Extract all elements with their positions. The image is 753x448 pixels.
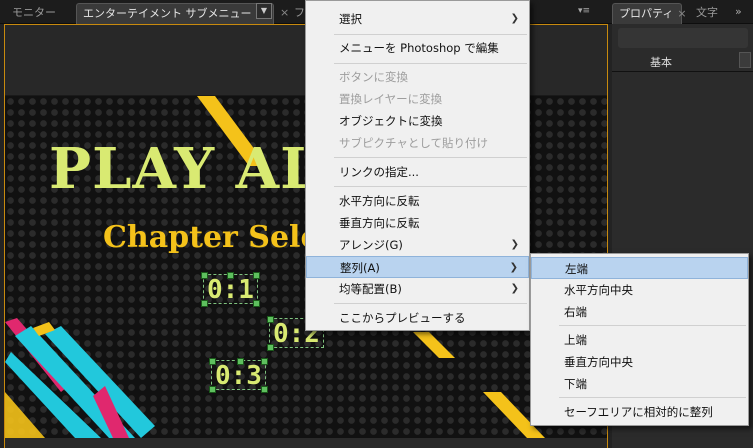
submenu-item-label: セーフエリアに相対的に整列 [564,405,713,419]
properties-toolbar [618,28,748,48]
submenu-item-bottom[interactable]: 下端 [531,373,748,395]
menu-item-label: オブジェクトに変換 [339,114,443,128]
menu-item-flip-vertical[interactable]: 垂直方向に反転 [306,212,529,234]
submenu-item-label: 左端 [565,262,588,276]
menu-item-label: 均等配置(B) [339,282,402,296]
menu-item-flip-horizontal[interactable]: 水平方向に反転 [306,190,529,212]
tab-partial-label: フ [294,6,305,19]
menu-item-specify-link[interactable]: リンクの指定... [306,161,529,183]
submenu-item-right[interactable]: 右端 [531,301,748,323]
menu-item-label: ボタンに変換 [339,70,408,84]
selection-handle[interactable] [201,272,208,279]
submenu-item-top[interactable]: 上端 [531,329,748,351]
tab-monitor[interactable]: モニター [6,3,62,24]
selection-handle[interactable] [209,386,216,393]
submenu-arrow-icon: ❯ [509,262,518,273]
submenu-item-vertical-center[interactable]: 垂直方向中央 [531,351,748,373]
selection-handle[interactable] [201,300,208,307]
submenu-item-label: 垂直方向中央 [564,355,633,369]
menu-item-arrange[interactable]: アレンジ(G) ❯ [306,234,529,256]
submenu-arrow-icon: ❯ [510,283,519,294]
submenu-arrow-icon: ❯ [510,239,519,250]
menu-item-distribute[interactable]: 均等配置(B) ❯ [306,278,529,300]
stage-bottom-bar [5,438,607,448]
selection-handle[interactable] [227,272,234,279]
menu-separator [334,63,527,64]
tab-partial[interactable]: フ [292,3,306,24]
menu-item-edit-in-photoshop[interactable]: メニューを Photoshop で編集 [306,37,529,59]
menu-separator [559,397,746,398]
menu-item-label: アレンジ(G) [339,238,403,252]
menu-item-label: 置換レイヤーに変換 [339,92,443,106]
menu-item-align[interactable]: 整列(A) ❯ [306,256,529,278]
selection-handle[interactable] [267,344,274,351]
menu-separator [334,303,527,304]
tab-text-label: 文字 [696,6,718,19]
submenu-item-align-to-safe-area[interactable]: セーフエリアに相対的に整列 [531,401,748,423]
tab-dropdown-icon[interactable]: ▼ [256,3,272,19]
align-submenu: 左端 水平方向中央 右端 上端 垂直方向中央 下端 セーフエリアに相対的に整列 [530,253,749,426]
tab-properties[interactable]: プロパティ × [612,3,687,24]
submenu-item-label: 上端 [564,333,587,347]
menu-item-label: サブピクチャとして貼り付け [339,136,489,150]
properties-basic-label: 基本 [650,56,672,69]
menu-item-convert-to-replacement-layer[interactable]: 置換レイヤーに変換 [306,88,529,110]
selection-handle[interactable] [261,358,268,365]
tab-monitor-label: モニター [12,6,56,19]
stripe-yellow-mid-icon [413,332,455,358]
menu-separator [334,157,527,158]
selection-handle[interactable] [253,272,260,279]
menu-item-label: 整列(A) [340,261,380,275]
submenu-item-label: 右端 [564,305,587,319]
panel-menu-icon[interactable]: ▾≡ [578,6,590,16]
menu-item-label: 選択 [339,12,362,26]
menu-separator [334,186,527,187]
menu-item-select[interactable]: 選択 ❯ [306,8,529,30]
menu-separator [334,34,527,35]
tab-properties-close-icon[interactable]: × [677,7,686,20]
selection-handle[interactable] [267,316,274,323]
menu-item-label: 垂直方向に反転 [339,216,420,230]
tab-close-icon[interactable]: × [280,6,289,19]
submenu-item-label: 水平方向中央 [564,283,633,297]
tab-properties-label: プロパティ [619,7,674,20]
submenu-arrow-icon: ❯ [510,13,519,24]
menu-item-convert-to-object[interactable]: オブジェクトに変換 [306,110,529,132]
menu-item-label: メニューを Photoshop で編集 [339,41,499,55]
selection-handle[interactable] [237,358,244,365]
tab-text[interactable]: 文字 [690,3,724,24]
tab-entertainment-submenu[interactable]: エンターテイメント サブメニュー HD [76,3,274,24]
selection-handle[interactable] [253,300,260,307]
context-menu: 選択 ❯ メニューを Photoshop で編集 ボタンに変換 置換レイヤーに変換… [305,0,530,331]
menu-item-preview-from-here[interactable]: ここからプレビューする [306,307,529,329]
menu-item-paste-as-subpicture[interactable]: サブピクチャとして貼り付け [306,132,529,154]
submenu-item-label: 下端 [564,377,587,391]
menu-item-label: リンクの指定... [339,165,419,179]
properties-scroll-button[interactable] [739,52,751,68]
selection-handle[interactable] [261,386,268,393]
menu-item-label: ここからプレビューする [339,311,466,325]
submenu-item-horizontal-center[interactable]: 水平方向中央 [531,279,748,301]
menu-item-convert-to-button[interactable]: ボタンに変換 [306,66,529,88]
selection-handle[interactable] [209,358,216,365]
menu-separator [559,325,746,326]
properties-basic-row[interactable] [612,52,753,72]
tab-active-label: エンターテイメント サブメニュー HD [83,7,272,20]
panel-overflow-icon[interactable]: » [735,5,742,18]
submenu-item-left[interactable]: 左端 [531,257,748,279]
menu-item-label: 水平方向に反転 [339,194,420,208]
